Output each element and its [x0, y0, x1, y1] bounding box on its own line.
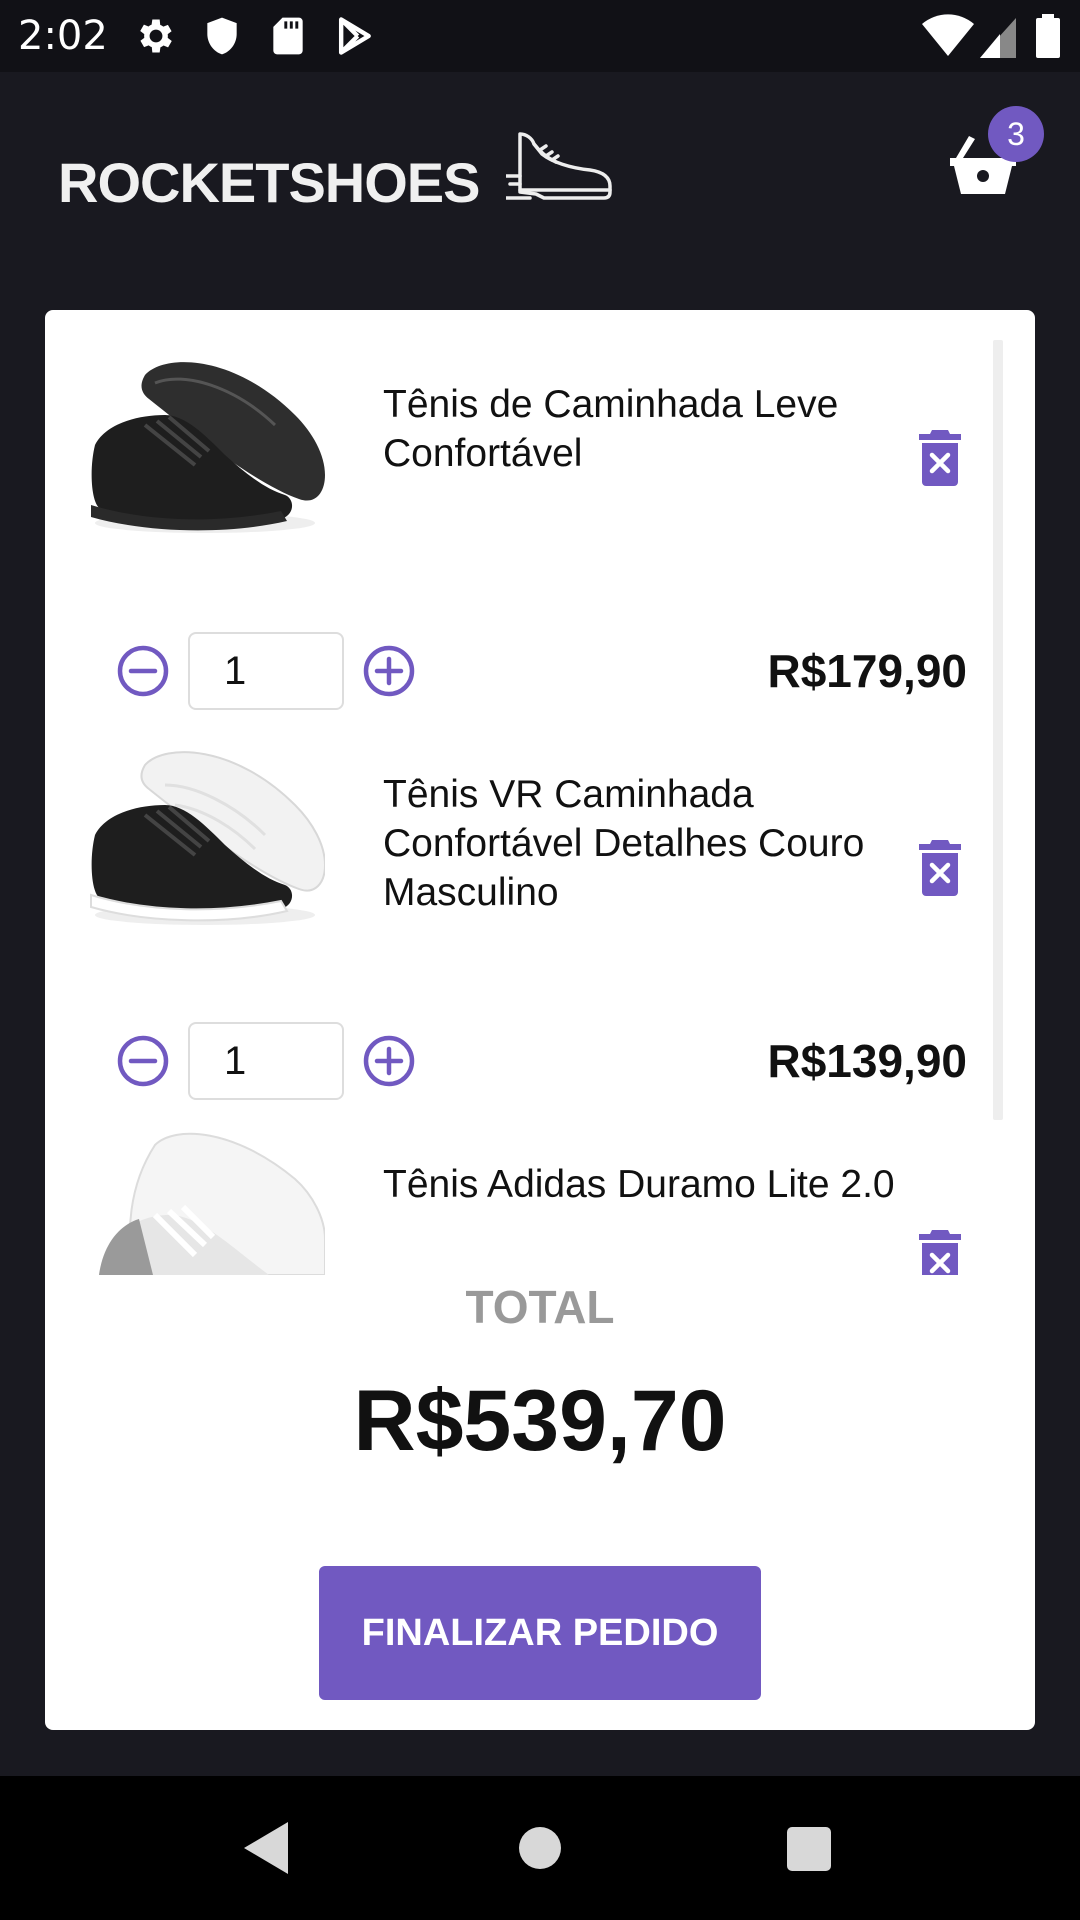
- product-image: [91, 362, 325, 533]
- product-title: Tênis Adidas Duramo Lite 2.0: [383, 1163, 895, 1206]
- shoe-logo-icon: [506, 132, 612, 200]
- sd-card-icon: [273, 17, 303, 55]
- play-store-icon: [338, 17, 371, 55]
- system-nav-bar: [0, 1776, 1080, 1920]
- home-nav-icon[interactable]: [518, 1826, 562, 1870]
- product-image: [90, 751, 325, 925]
- settings-icon: [140, 19, 172, 53]
- total-value: R$539,70: [353, 1373, 727, 1469]
- finalize-order-button[interactable]: FINALIZAR PEDIDO: [319, 1566, 761, 1700]
- increase-quantity-button[interactable]: [363, 645, 415, 697]
- delete-trash-icon[interactable]: [919, 1230, 961, 1275]
- status-time: 2:02: [18, 13, 108, 59]
- decrease-quantity-button[interactable]: [117, 1035, 169, 1087]
- battery-icon: [1036, 14, 1060, 58]
- back-nav-icon[interactable]: [242, 1820, 290, 1876]
- cart-item: Tênis VR Caminhada Confortável Detalhes …: [45, 700, 1035, 1100]
- product-title: Tênis VR Caminhada Confortável Detalhes …: [383, 773, 865, 914]
- shield-icon: [207, 17, 237, 55]
- scrollbar[interactable]: [993, 340, 1003, 1120]
- cell-signal-icon: [980, 18, 1016, 58]
- delete-trash-icon[interactable]: [919, 430, 961, 486]
- cart-card: Tênis de Caminhada Leve Confortável 1 R$…: [45, 310, 1035, 1730]
- product-price: R$139,90: [767, 1035, 968, 1087]
- wifi-icon: [922, 14, 974, 57]
- cart-item: Tênis de Caminhada Leve Confortável 1 R$…: [45, 310, 1035, 710]
- product-price: R$179,90: [767, 645, 968, 697]
- decrease-quantity-button[interactable]: [117, 645, 169, 697]
- total-label: TOTAL: [465, 1281, 615, 1333]
- status-bar: 2:02: [0, 0, 1080, 72]
- increase-quantity-button[interactable]: [363, 1035, 415, 1087]
- recent-apps-nav-icon[interactable]: [786, 1826, 832, 1872]
- cart-item-list[interactable]: Tênis de Caminhada Leve Confortável 1 R$…: [45, 310, 1035, 1275]
- delete-trash-icon[interactable]: [919, 840, 961, 896]
- logo-text[interactable]: ROCKETSHOES: [58, 150, 480, 215]
- product-image: [99, 1132, 325, 1275]
- product-title: Tênis de Caminhada Leve Confortável: [383, 383, 839, 475]
- quantity-input[interactable]: 1: [188, 632, 344, 710]
- cart-count-badge: 3: [988, 106, 1044, 162]
- cart-item: Tênis Adidas Duramo Lite 2.0: [45, 1090, 1035, 1275]
- quantity-input[interactable]: 1: [188, 1022, 344, 1100]
